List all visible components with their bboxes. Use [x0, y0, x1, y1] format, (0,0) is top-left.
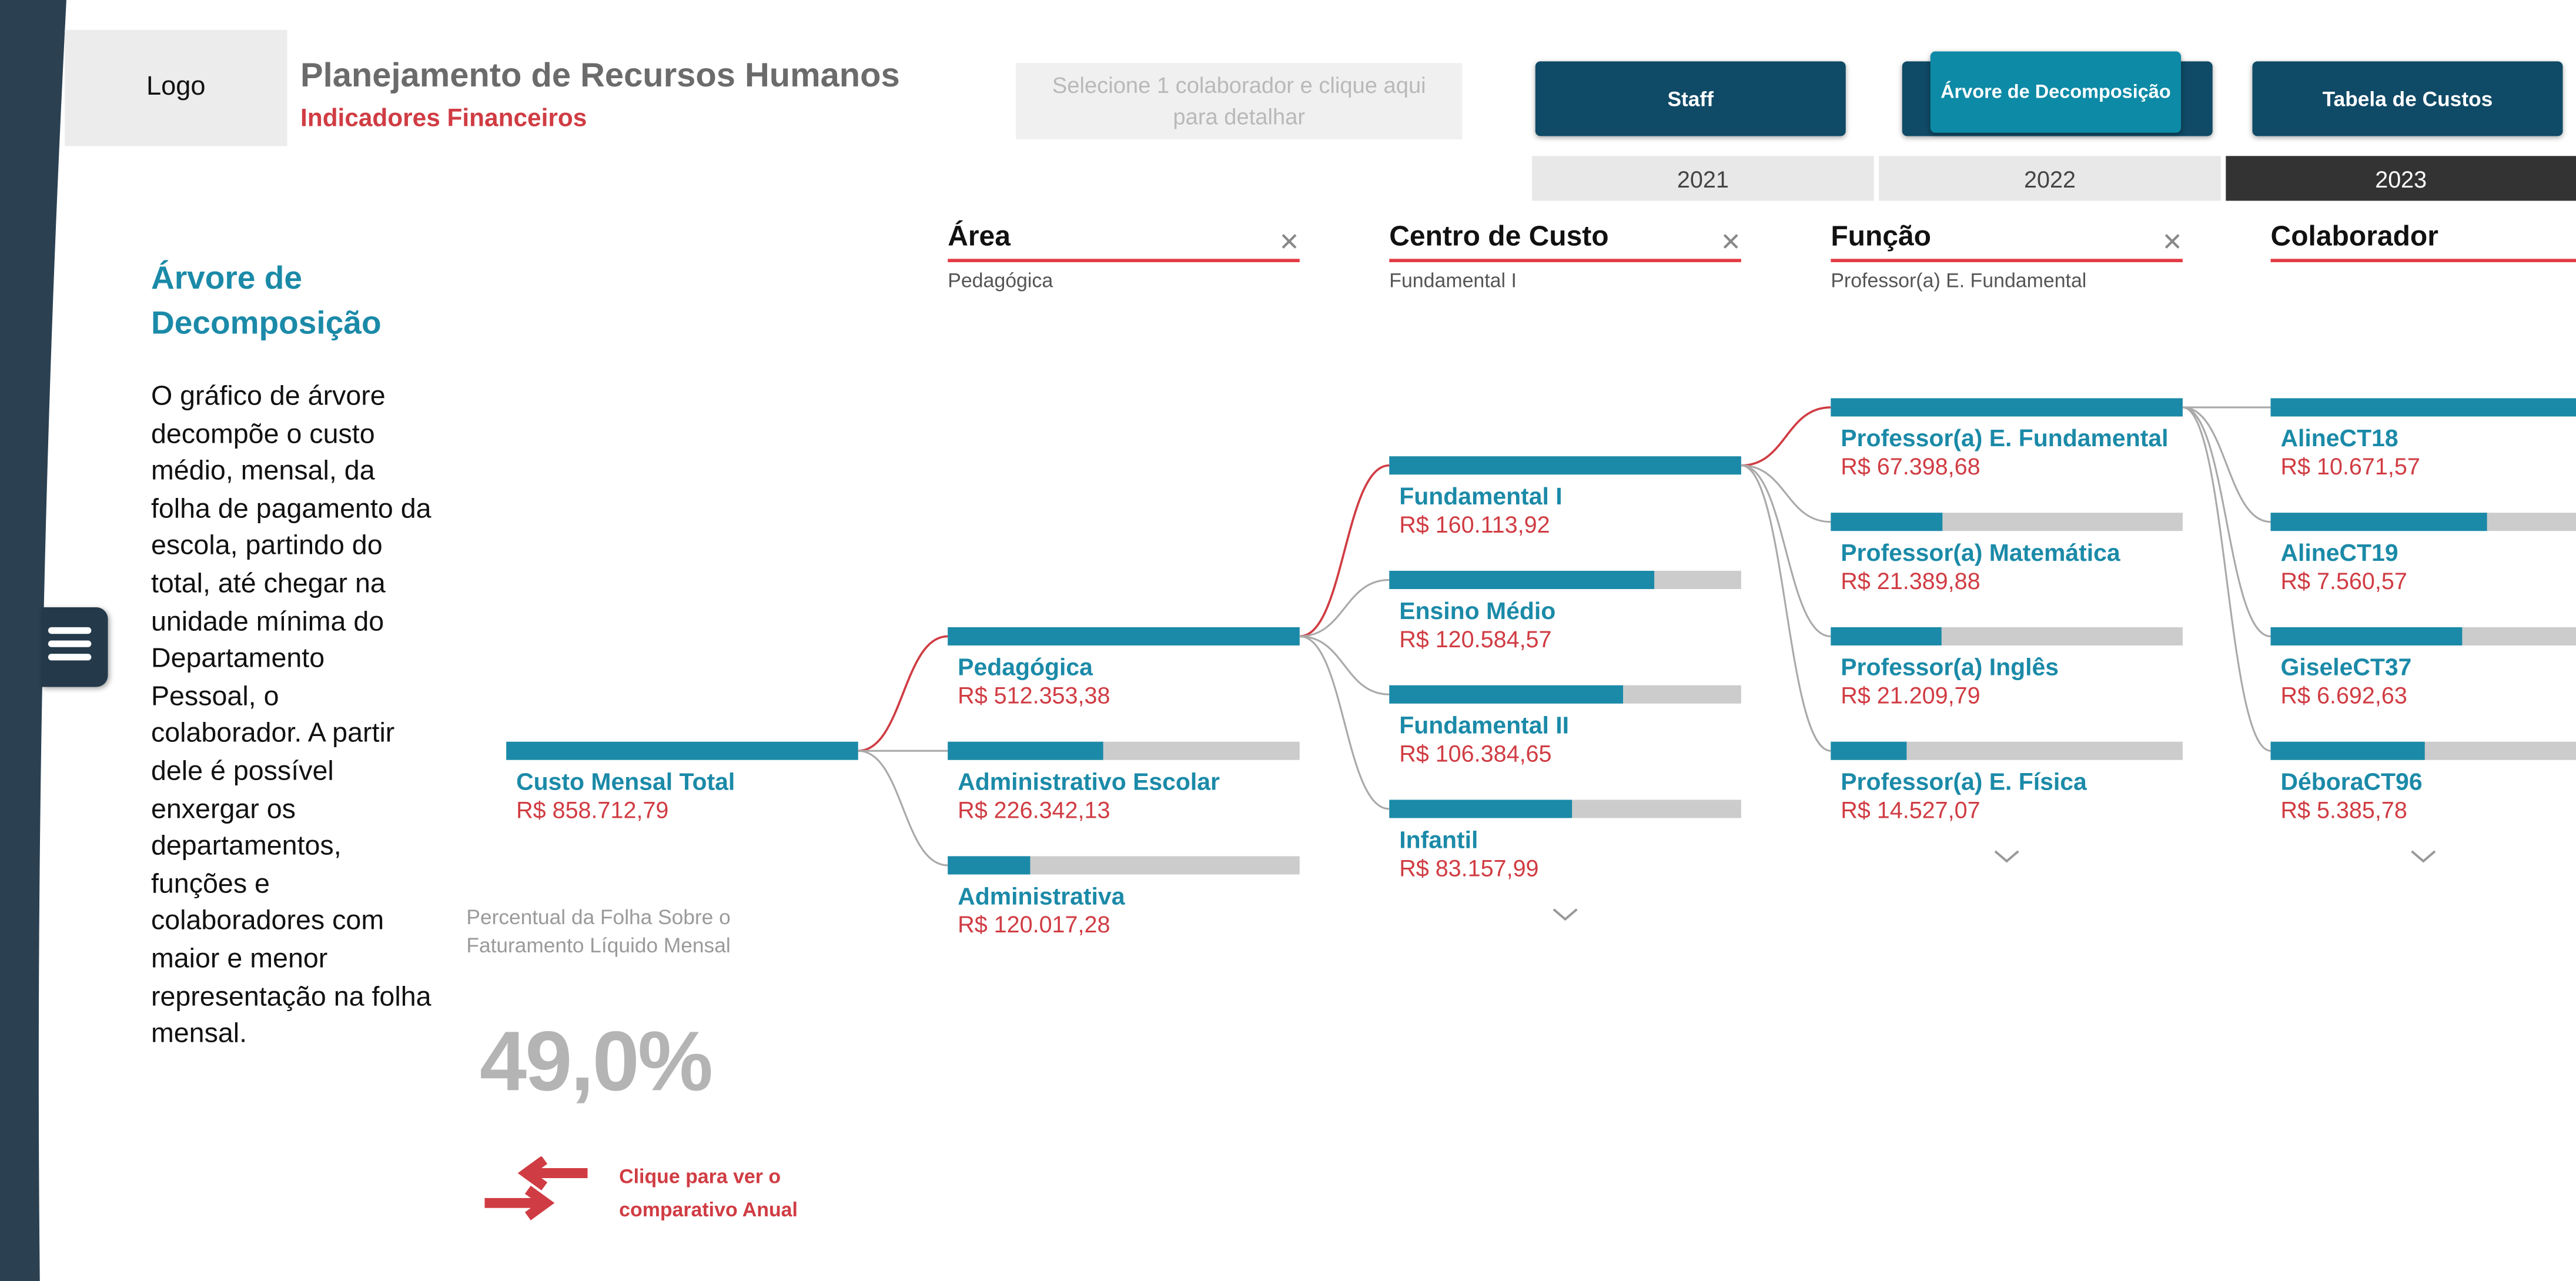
node-bar[interactable] — [948, 856, 1031, 875]
node-label: Administrativo Escolar — [958, 768, 1220, 795]
kpi-value: 49,0% — [479, 1014, 713, 1109]
node-bar[interactable] — [2270, 627, 2463, 645]
node-bar[interactable] — [2270, 741, 2425, 760]
tree-connector — [2182, 406, 2271, 637]
root-value: R$ 858.712,79 — [516, 797, 668, 823]
node-value: R$ 21.389,88 — [1841, 568, 1980, 594]
node-value: R$ 6.692,63 — [2280, 683, 2407, 709]
node-value: R$ 14.527,07 — [1841, 797, 1980, 823]
node-value: R$ 120.017,28 — [958, 912, 1110, 938]
node-value: R$ 106.384,65 — [1399, 741, 1551, 767]
node-bar[interactable] — [1831, 398, 2183, 417]
chevron-down-icon[interactable] — [1994, 850, 2019, 863]
tree-connector — [1299, 464, 1390, 638]
node-bar[interactable] — [2270, 513, 2487, 531]
kpi-label: Percentual da Folha Sobre o Faturamento … — [466, 906, 731, 957]
tree-connector — [1741, 406, 1831, 467]
node-bar[interactable] — [948, 627, 1300, 645]
node-label: Professor(a) Inglês — [1841, 654, 2059, 681]
tree-connector — [858, 635, 948, 752]
node-bar[interactable] — [948, 741, 1103, 760]
node-value: R$ 83.157,99 — [1399, 855, 1538, 881]
node-value: R$ 120.584,57 — [1399, 627, 1551, 653]
chevron-down-icon[interactable] — [2411, 850, 2436, 863]
node-value: R$ 10.671,57 — [2280, 454, 2420, 480]
node-label: GiseleCT37 — [2280, 654, 2411, 681]
node-value: R$ 226.342,13 — [958, 797, 1110, 823]
node-label: Pedagógica — [958, 654, 1093, 681]
node-label: Professor(a) Matemática — [1841, 539, 2121, 566]
node-bar[interactable] — [1389, 570, 1655, 589]
node-label: Administrativa — [958, 882, 1126, 909]
node-bar[interactable] — [1831, 741, 1907, 760]
swap-arrows-icon[interactable] — [481, 1156, 594, 1229]
node-label: Ensino Médio — [1399, 597, 1555, 624]
node-label: Infantil — [1399, 826, 1478, 853]
app-canvas: Logo Planejamento de Recursos Humanos In… — [0, 0, 2576, 1281]
node-bar[interactable] — [1831, 627, 1942, 645]
node-label: Fundamental II — [1399, 712, 1569, 739]
tree-connector — [2182, 406, 2271, 523]
root-bar[interactable] — [506, 741, 858, 760]
node-label: AlineCT18 — [2280, 424, 2398, 451]
node-bar[interactable] — [1389, 456, 1741, 475]
node-bar[interactable] — [1389, 685, 1623, 704]
node-label: Fundamental I — [1399, 483, 1562, 510]
tree-connector — [1299, 578, 1390, 637]
tree-connector — [1299, 635, 1390, 695]
node-bar[interactable] — [1831, 513, 1943, 531]
node-label: Professor(a) E. Fundamental — [1841, 424, 2168, 451]
node-value: R$ 67.398,68 — [1841, 454, 1980, 480]
node-value: R$ 5.385,78 — [2280, 797, 2407, 823]
node-value: R$ 7.560,57 — [2280, 568, 2407, 594]
node-label: AlineCT19 — [2280, 539, 2398, 566]
root-label: Custo Mensal Total — [516, 768, 735, 795]
tree-connector — [858, 750, 948, 867]
node-bar[interactable] — [2270, 398, 2576, 417]
chevron-down-icon[interactable] — [1553, 908, 1578, 921]
node-value: R$ 512.353,38 — [958, 683, 1110, 709]
tree-connector — [1741, 464, 1831, 752]
node-label: DéboraCT96 — [2280, 768, 2422, 795]
compare-annual-link[interactable]: Clique para ver o comparativo Anual — [619, 1160, 835, 1226]
node-value: R$ 160.113,92 — [1399, 512, 1550, 538]
node-bar[interactable] — [1389, 800, 1573, 818]
tree-connector — [2182, 406, 2271, 752]
node-label: Professor(a) E. Física — [1841, 768, 2087, 795]
tree-connector — [1299, 635, 1390, 810]
node-value: R$ 21.209,79 — [1841, 683, 1980, 709]
decomposition-tree: Custo Mensal TotalR$ 858.712,79 Pedagógic… — [506, 398, 2576, 938]
